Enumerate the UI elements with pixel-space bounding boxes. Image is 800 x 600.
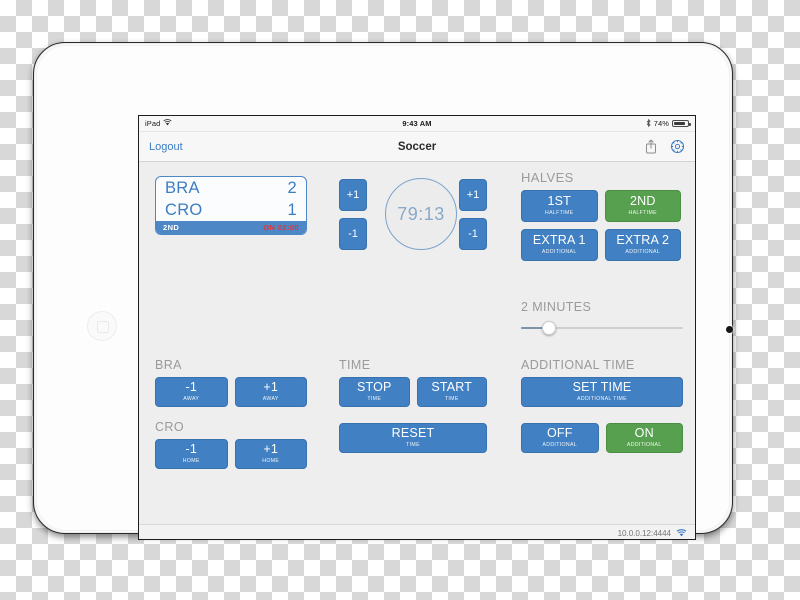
share-icon[interactable] bbox=[645, 139, 657, 154]
home-team-score: 1 bbox=[287, 201, 297, 219]
home-increment-sublabel: HOME bbox=[262, 458, 280, 465]
additional-off-button[interactable]: OFF ADDITIONAL bbox=[521, 423, 599, 453]
additional-off-sublabel: ADDITIONAL bbox=[542, 442, 578, 449]
status-bar-left: iPad bbox=[145, 119, 402, 128]
half-extra2-sublabel: ADDITIONAL bbox=[625, 249, 661, 256]
half-2nd-button[interactable]: 2ND HALFTIME bbox=[604, 190, 681, 222]
set-time-sublabel: ADDITIONAL TIME bbox=[577, 396, 627, 403]
team-score-controls: BRA -1 AWAY +1 AWAY CRO -1 HOME +1 HOME bbox=[155, 358, 307, 469]
away-team-name: BRA bbox=[165, 179, 200, 197]
additional-time-badge: ON 02:00 bbox=[263, 223, 299, 232]
away-increment-label: +1 bbox=[263, 379, 279, 394]
start-sublabel: TIME bbox=[444, 396, 459, 403]
score-row-away: BRA 2 bbox=[156, 177, 306, 199]
halves-title: HALVES bbox=[521, 170, 574, 185]
set-time-button[interactable]: SET TIME ADDITIONAL TIME bbox=[521, 377, 683, 407]
carrier-label: iPad bbox=[145, 119, 161, 128]
reset-label: RESET bbox=[391, 425, 435, 440]
nav-bar-actions bbox=[436, 139, 685, 154]
battery-icon bbox=[672, 119, 691, 128]
away-increment-sublabel: AWAY bbox=[262, 396, 279, 403]
halves-section: HALVES 1ST HALFTIME 2ND HALFTIME EXTRA 1… bbox=[521, 170, 681, 261]
status-bar-clock: 9:43 AM bbox=[402, 119, 432, 128]
front-camera bbox=[726, 326, 733, 333]
home-team-button-grid: -1 HOME +1 HOME bbox=[155, 439, 307, 469]
reset-sublabel: TIME bbox=[406, 442, 420, 449]
battery-percent-label: 74% bbox=[653, 119, 669, 128]
half-extra2-button[interactable]: EXTRA 2 ADDITIONAL bbox=[604, 229, 681, 261]
half-2nd-sublabel: HALFTIME bbox=[628, 210, 657, 217]
ipad-device-frame: iPad 9:43 AM 74% Logout Soccer BRA 2 CRO… bbox=[33, 42, 733, 540]
half-1st-label: 1ST bbox=[547, 193, 572, 208]
minutes-slider-section: 2 MINUTES bbox=[521, 300, 683, 335]
time-section-title: TIME bbox=[339, 358, 371, 372]
home-team-section-title: CRO bbox=[155, 420, 184, 434]
scoreboard-panel: BRA 2 CRO 1 2ND ON 02:00 bbox=[155, 176, 307, 235]
half-2nd-label: 2ND bbox=[629, 193, 656, 208]
additional-on-label: ON bbox=[634, 425, 654, 440]
start-time-button[interactable]: START TIME bbox=[416, 377, 487, 407]
half-extra1-button[interactable]: EXTRA 1 ADDITIONAL bbox=[521, 229, 598, 261]
timer-decrement-left-button[interactable]: -1 bbox=[339, 218, 367, 250]
current-period-badge: 2ND bbox=[163, 223, 180, 232]
home-increment-label: +1 bbox=[263, 441, 279, 456]
minutes-slider[interactable] bbox=[521, 321, 683, 335]
away-team-button-grid: -1 AWAY +1 AWAY bbox=[155, 377, 307, 407]
stop-time-button[interactable]: STOP TIME bbox=[339, 377, 410, 407]
app-footer: 10.0.0.12:4444 bbox=[139, 524, 695, 539]
away-score-increment-button[interactable]: +1 AWAY bbox=[234, 377, 307, 407]
gear-icon[interactable] bbox=[670, 139, 685, 154]
status-bar-right: 74% bbox=[432, 118, 691, 129]
away-score-decrement-button[interactable]: -1 AWAY bbox=[155, 377, 228, 407]
away-decrement-sublabel: AWAY bbox=[183, 396, 200, 403]
half-extra1-label: EXTRA 1 bbox=[532, 232, 586, 247]
half-1st-button[interactable]: 1ST HALFTIME bbox=[521, 190, 598, 222]
half-1st-sublabel: HALFTIME bbox=[545, 210, 574, 217]
half-extra1-sublabel: ADDITIONAL bbox=[541, 249, 577, 256]
home-decrement-label: -1 bbox=[185, 441, 197, 456]
stop-sublabel: TIME bbox=[367, 396, 382, 403]
minutes-slider-label: 2 MINUTES bbox=[521, 300, 592, 314]
additional-on-sublabel: ADDITIONAL bbox=[626, 442, 662, 449]
away-team-score: 2 bbox=[287, 179, 297, 197]
device-screen: iPad 9:43 AM 74% Logout Soccer BRA 2 CRO… bbox=[138, 115, 696, 540]
home-score-decrement-button[interactable]: -1 HOME bbox=[155, 439, 228, 469]
half-extra2-label: EXTRA 2 bbox=[616, 232, 670, 247]
score-row-home: CRO 1 bbox=[156, 199, 306, 221]
app-navigation-bar: Logout Soccer bbox=[139, 132, 695, 162]
away-decrement-label: -1 bbox=[185, 379, 197, 394]
additional-time-section: ADDITIONAL TIME SET TIME ADDITIONAL TIME… bbox=[521, 358, 683, 453]
slider-thumb[interactable] bbox=[541, 321, 556, 335]
main-content: BRA 2 CRO 1 2ND ON 02:00 +1 -1 79:13 +1 … bbox=[139, 162, 695, 524]
start-label: START bbox=[431, 379, 473, 394]
server-address-label: 10.0.0.12:4444 bbox=[617, 528, 671, 538]
home-decrement-sublabel: HOME bbox=[182, 458, 200, 465]
wifi-icon bbox=[676, 529, 687, 537]
wifi-icon bbox=[163, 119, 172, 128]
additional-off-label: OFF bbox=[546, 425, 573, 440]
match-clock-display: 79:13 bbox=[385, 178, 457, 250]
bluetooth-icon bbox=[646, 118, 651, 129]
additional-toggle-grid: OFF ADDITIONAL ON ADDITIONAL bbox=[521, 423, 683, 453]
timer-increment-left-button[interactable]: +1 bbox=[339, 179, 367, 211]
stop-label: STOP bbox=[356, 379, 392, 394]
set-time-label: SET TIME bbox=[572, 379, 632, 394]
logout-button[interactable]: Logout bbox=[149, 141, 398, 153]
timer-decrement-right-button[interactable]: -1 bbox=[459, 218, 487, 250]
home-button[interactable] bbox=[87, 311, 117, 341]
page-title: Soccer bbox=[397, 140, 437, 153]
reset-time-button[interactable]: RESET TIME bbox=[339, 423, 487, 453]
additional-time-title: ADDITIONAL TIME bbox=[521, 358, 635, 372]
halves-button-grid: 1ST HALFTIME 2ND HALFTIME EXTRA 1 ADDITI… bbox=[521, 190, 681, 261]
time-button-grid: STOP TIME START TIME bbox=[339, 377, 487, 407]
timer-increment-right-button[interactable]: +1 bbox=[459, 179, 487, 211]
away-team-section-title: BRA bbox=[155, 358, 182, 372]
timer-cluster: +1 -1 79:13 +1 -1 bbox=[339, 176, 487, 256]
time-controls-section: TIME STOP TIME START TIME RESET TIME bbox=[339, 358, 487, 453]
additional-on-button[interactable]: ON ADDITIONAL bbox=[605, 423, 683, 453]
scoreboard-status-bar: 2ND ON 02:00 bbox=[156, 221, 306, 234]
home-score-increment-button[interactable]: +1 HOME bbox=[234, 439, 307, 469]
home-team-name: CRO bbox=[165, 201, 203, 219]
ios-status-bar: iPad 9:43 AM 74% bbox=[139, 116, 695, 132]
